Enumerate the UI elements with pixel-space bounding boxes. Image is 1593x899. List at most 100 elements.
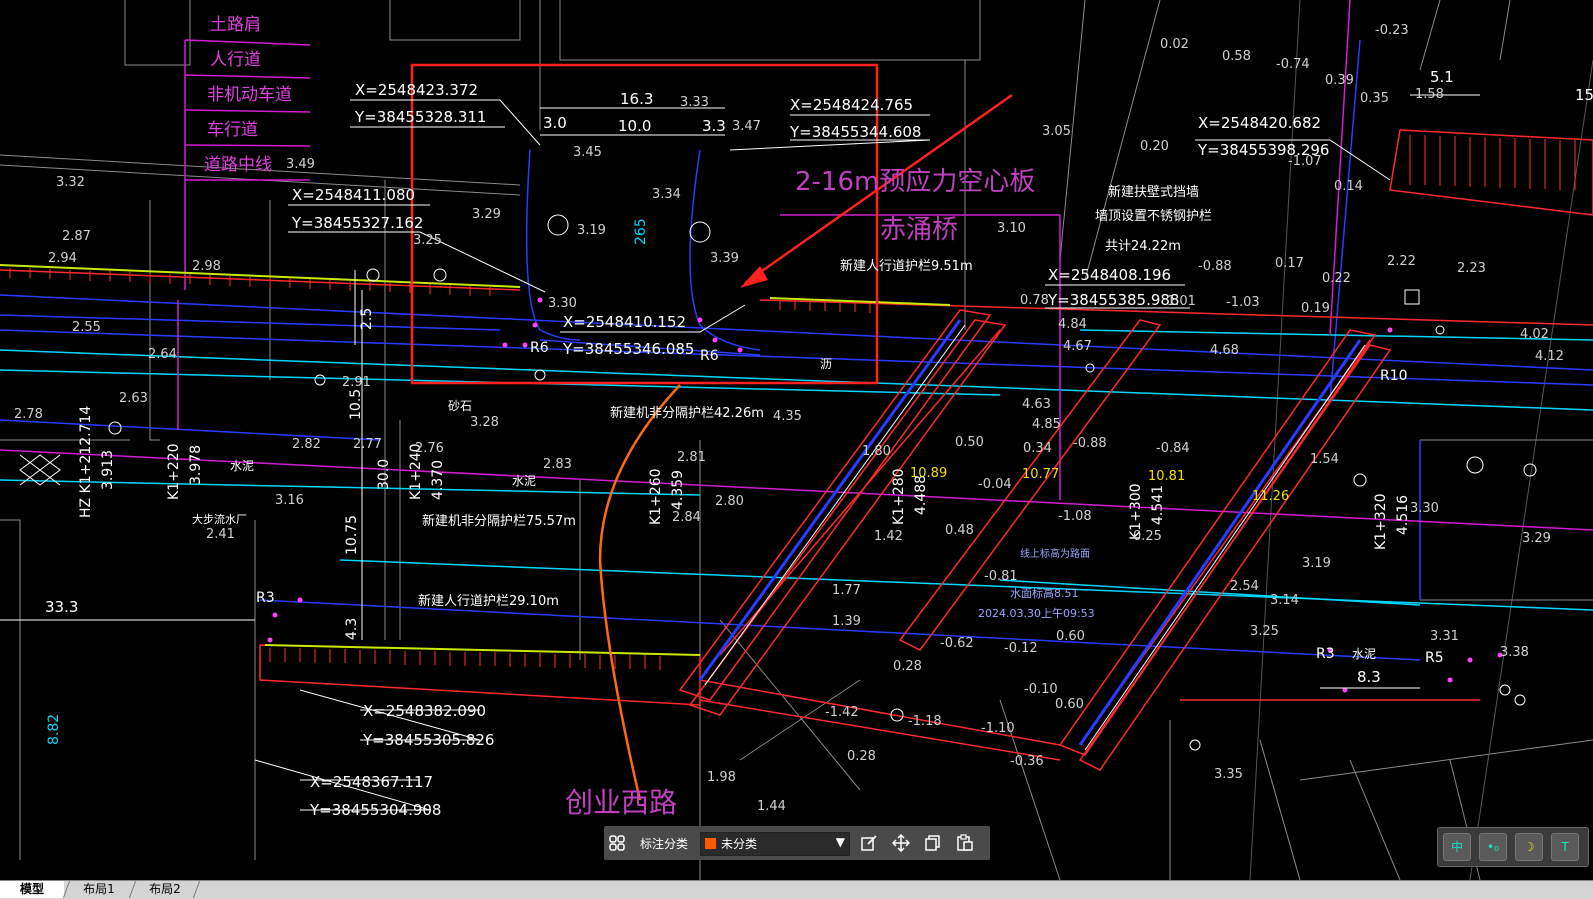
elev: -0.81: [984, 569, 1018, 584]
legend-item-shoulder: 土路肩: [210, 15, 261, 35]
coord-1-y: Y=38455328.311: [354, 108, 486, 126]
tab-layout1[interactable]: 布局1: [70, 881, 128, 898]
elev: 2.54: [1230, 579, 1259, 594]
elev: 3.38: [1500, 645, 1529, 660]
category-color-swatch: [705, 838, 716, 849]
elev-yellow: 10.89: [910, 466, 947, 481]
elev: -1.42: [825, 705, 859, 720]
copy-icon[interactable]: [920, 826, 946, 860]
elev: 0.35: [1360, 91, 1389, 106]
move-icon[interactable]: [888, 826, 914, 860]
status-button-moon[interactable]: ☽: [1515, 833, 1543, 861]
datestamp: 2024.03.30上午09:53: [978, 607, 1095, 620]
cad-model-canvas[interactable]: 土路肩 人行道 非机动车道 车行道 道路中线 2-16m预应力空心板 赤涌桥 创…: [0, 0, 1593, 880]
elev: 0.14: [1334, 179, 1363, 194]
tab-model[interactable]: 模型: [0, 881, 64, 898]
elev: 3.29: [1522, 531, 1551, 546]
elev: -0.04: [978, 477, 1012, 492]
elev: 0.02: [1160, 37, 1189, 52]
elev: -0.23: [1375, 23, 1409, 38]
status-button-shirt[interactable]: T: [1551, 833, 1579, 861]
elev: 1.98: [707, 770, 736, 785]
dim-3-0: 3.0: [543, 114, 567, 132]
radius-r6-left: R6: [530, 340, 549, 356]
elev: 4.02: [1520, 327, 1549, 342]
radius-r5: R5: [1425, 650, 1444, 666]
elev: 3.34: [652, 187, 681, 202]
elev: 3.33: [680, 95, 709, 110]
bridge-title: 2-16m预应力空心板: [795, 167, 1035, 197]
cad-drawing[interactable]: 土路肩 人行道 非机动车道 车行道 道路中线 2-16m预应力空心板 赤涌桥 创…: [0, 0, 1593, 880]
elev: -1.18: [908, 714, 942, 729]
factory-label: 大步流水厂: [192, 512, 247, 526]
concrete-label-1: 水泥: [230, 459, 254, 473]
elev: 3.45: [573, 145, 602, 160]
elev: 0.50: [955, 435, 984, 450]
legend-item-carriageway: 车行道: [207, 120, 258, 140]
elev: 0.25: [1133, 529, 1162, 544]
elev: 4.35: [773, 409, 802, 424]
elev: 3.32: [56, 175, 85, 190]
elev: -0.12: [1004, 641, 1038, 656]
elev: 0.39: [1325, 73, 1354, 88]
road-name: 创业西路: [565, 786, 677, 819]
retaining-wall-label-2: 墙顶设置不锈钢护栏: [1095, 209, 1212, 224]
paste-icon[interactable]: [952, 826, 978, 860]
retaining-wall-label-1: 新建扶壁式挡墙: [1108, 184, 1199, 200]
coord-5-x: X=2548420.682: [1198, 114, 1321, 132]
elev: 1.42: [874, 529, 903, 544]
station-k1-280: K1+280: [891, 468, 907, 525]
asphalt-label: 沥: [820, 357, 832, 371]
dim-4-3: 4.3: [344, 618, 360, 640]
elev: 3.14: [1270, 593, 1299, 608]
elev: 2.64: [148, 347, 177, 362]
radius-r3-right: R3: [1316, 646, 1335, 662]
tab-layout2[interactable]: 布局2: [136, 881, 194, 898]
station-k1-320: K1+320: [1373, 493, 1389, 550]
coord-2-x: X=2548424.765: [790, 96, 913, 114]
radius-r6-right: R6: [700, 348, 719, 364]
elev: 2.87: [62, 229, 91, 244]
station-k1-240-elev: 4.370: [430, 460, 446, 500]
elev: -0.62: [940, 636, 974, 651]
category-label: 标注分类: [639, 836, 688, 851]
elev: 0.17: [1275, 256, 1304, 271]
elev: -0.88: [1198, 259, 1232, 274]
elev: 3.25: [413, 233, 442, 248]
elev: 2.98: [192, 259, 221, 274]
elev: 3.35: [1214, 767, 1243, 782]
dim-10-0: 10.0: [618, 117, 651, 135]
elev: 3.19: [577, 223, 606, 238]
elev: 2.22: [1387, 254, 1416, 269]
elev: 2.94: [48, 251, 77, 266]
grid-icon[interactable]: [604, 826, 630, 860]
gravel-label: 砂石: [448, 399, 472, 413]
category-select[interactable]: 未分类 ▼: [700, 832, 850, 856]
status-button-zhong[interactable]: 中: [1443, 833, 1471, 861]
chevron-down-icon: ▼: [835, 835, 845, 849]
elev: 2.80: [715, 494, 744, 509]
elev: -1.08: [1058, 509, 1092, 524]
elev: 3.19: [1302, 556, 1331, 571]
dim-33-3: 33.3: [45, 598, 78, 616]
coord-4-y: Y=38455346.085: [562, 340, 694, 358]
elev: -1.07: [1288, 154, 1322, 169]
note-label: 线上标高为路面: [1020, 547, 1090, 560]
elev: -0.88: [1073, 436, 1107, 451]
edit-icon[interactable]: [856, 826, 882, 860]
station-k1-220: K1+220: [166, 443, 182, 500]
coord-3-x: X=2548411.080: [292, 186, 415, 204]
coord-7-x: X=2548382.090: [363, 702, 486, 720]
layout-tab-bar: 模型 布局1 布局2: [0, 880, 1593, 899]
elev: 3.47: [732, 119, 761, 134]
guardrail-label-3: 新建机非分隔护栏75.57m: [422, 513, 576, 529]
guardrail-label-2: 新建机非分隔护栏42.26m: [610, 405, 764, 421]
elev-yellow: 10.77: [1022, 467, 1059, 482]
status-button-dots[interactable]: •₀: [1479, 833, 1507, 861]
elev: 1.39: [832, 614, 861, 629]
concrete-label-2: 水泥: [512, 474, 536, 488]
station-k1-300-elev: 4.541: [1150, 485, 1166, 525]
elev: 0.28: [893, 659, 922, 674]
dim-2-5: 2.5: [359, 308, 375, 330]
elev: 1.44: [757, 799, 786, 814]
